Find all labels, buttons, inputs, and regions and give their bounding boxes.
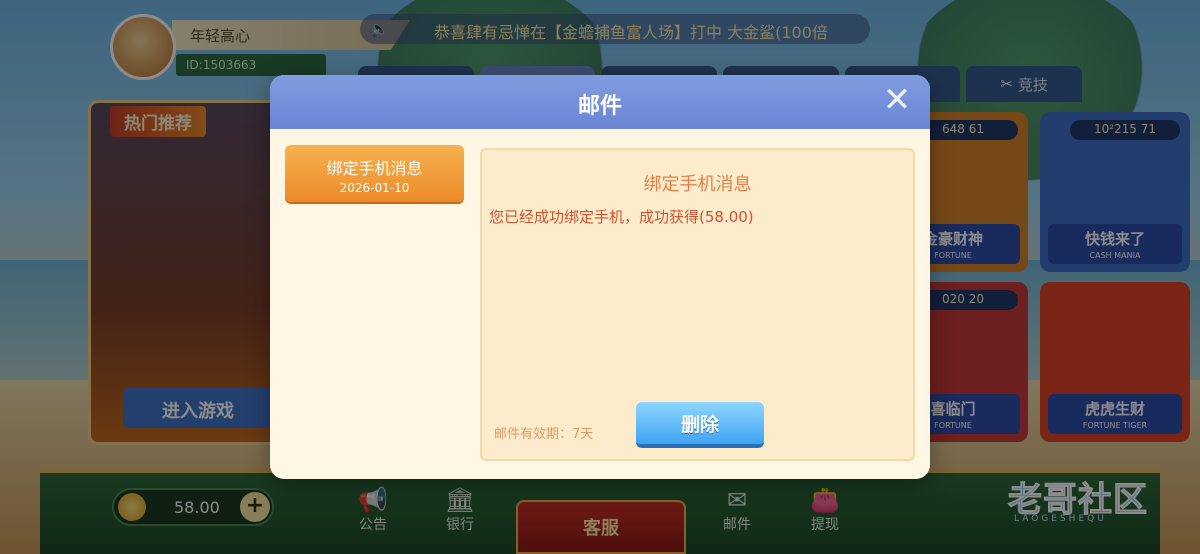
mail-detail-body: 您已经成功绑定手机，成功获得(58.00) bbox=[489, 208, 754, 226]
close-icon[interactable]: ✕ bbox=[882, 83, 912, 117]
mail-expiry: 邮件有效期：7天 bbox=[494, 427, 594, 442]
dialog-header: 邮件 ✕ bbox=[270, 75, 930, 129]
mail-item-title: 绑定手机消息 bbox=[326, 159, 423, 178]
delete-button[interactable]: 删除 bbox=[636, 402, 764, 448]
mail-detail-panel: 绑定手机消息 您已经成功绑定手机，成功获得(58.00) 邮件有效期：7天 删除 bbox=[480, 148, 915, 461]
mail-dialog: 邮件 ✕ 绑定手机消息 2026-01-10 绑定手机消息 您已经成功绑定手机，… bbox=[270, 75, 930, 479]
mail-detail-title: 绑定手机消息 bbox=[643, 174, 752, 195]
dialog-title: 邮件 bbox=[577, 94, 622, 119]
mail-item-date: 2026-01-10 bbox=[339, 181, 410, 195]
mail-list-item[interactable]: 绑定手机消息 2026-01-10 bbox=[285, 145, 464, 202]
